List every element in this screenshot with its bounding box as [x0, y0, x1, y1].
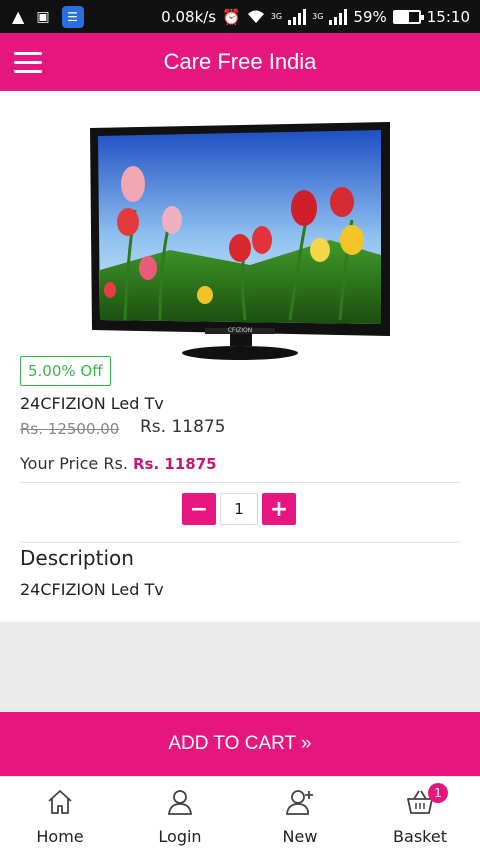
screenshot-icon: ▣	[36, 8, 50, 25]
net-type-2: 3G	[312, 12, 324, 21]
description-heading: Description	[20, 546, 134, 570]
discount-badge: 5.00% Off	[20, 356, 111, 386]
quantity-stepper: − 1 +	[182, 493, 296, 525]
signal-icon-2	[329, 8, 348, 25]
home-icon	[48, 790, 72, 814]
mrp-price: Rs. 12500.00	[20, 420, 120, 438]
divider	[20, 542, 460, 543]
nav-basket-label: Basket	[393, 827, 447, 846]
basket-count-badge: 1	[428, 783, 448, 803]
battery-icon	[392, 9, 424, 24]
nav-login-label: Login	[158, 827, 202, 846]
battery-percent: 59%	[353, 7, 387, 26]
nav-login[interactable]: Login	[120, 777, 240, 854]
clock: 15:10	[426, 7, 470, 26]
product-name: 24CFIZION Led Tv	[20, 394, 164, 413]
bottom-nav: Home Login New 1 Basket	[0, 776, 480, 854]
nav-new-label: New	[282, 827, 318, 846]
wifi-icon	[247, 10, 264, 23]
product-image: CFIZION	[30, 100, 450, 362]
hamburger-menu-icon[interactable]	[0, 33, 56, 91]
add-to-cart-button[interactable]: ADD TO CART »	[0, 712, 480, 776]
app-bar: Care Free India	[0, 33, 480, 91]
status-left: ▲ ▣ ☰	[0, 5, 84, 28]
nav-basket[interactable]: 1 Basket	[360, 777, 480, 854]
sale-price: Rs. 11875	[140, 417, 226, 437]
increase-quantity-button[interactable]: +	[262, 493, 296, 525]
user-icon	[168, 790, 192, 815]
warning-icon: ▲	[12, 7, 25, 26]
decrease-quantity-button[interactable]: −	[182, 493, 216, 525]
empty-area	[0, 622, 480, 712]
add-user-icon	[286, 790, 313, 815]
app-icon: ☰	[61, 5, 84, 28]
net-speed: 0.08k/s	[161, 7, 217, 26]
led-tv-image: CFIZION	[30, 100, 450, 362]
tv-brand-label: CFIZION	[228, 327, 253, 334]
app-title: Care Free India	[163, 49, 317, 74]
divider	[20, 482, 460, 483]
signal-icon	[288, 8, 307, 25]
your-price-label: Your Price Rs.	[20, 454, 128, 473]
nav-home[interactable]: Home	[0, 777, 120, 854]
nav-new[interactable]: New	[240, 777, 360, 854]
your-price: Your Price Rs. Rs. 11875	[20, 454, 217, 473]
your-price-value: Rs. 11875	[133, 455, 217, 473]
nav-home-label: Home	[36, 827, 84, 846]
net-type-1: 3G	[270, 12, 283, 21]
status-right: 0.08k/s ⏰ 3G 3G 59% 15:10	[161, 8, 480, 26]
alarm-icon: ⏰	[222, 7, 241, 26]
description-text: 24CFIZION Led Tv	[20, 580, 164, 599]
quantity-value[interactable]: 1	[220, 493, 258, 525]
status-bar: ▲ ▣ ☰ 0.08k/s ⏰ 3G 3G 59% 15:10	[0, 0, 480, 33]
